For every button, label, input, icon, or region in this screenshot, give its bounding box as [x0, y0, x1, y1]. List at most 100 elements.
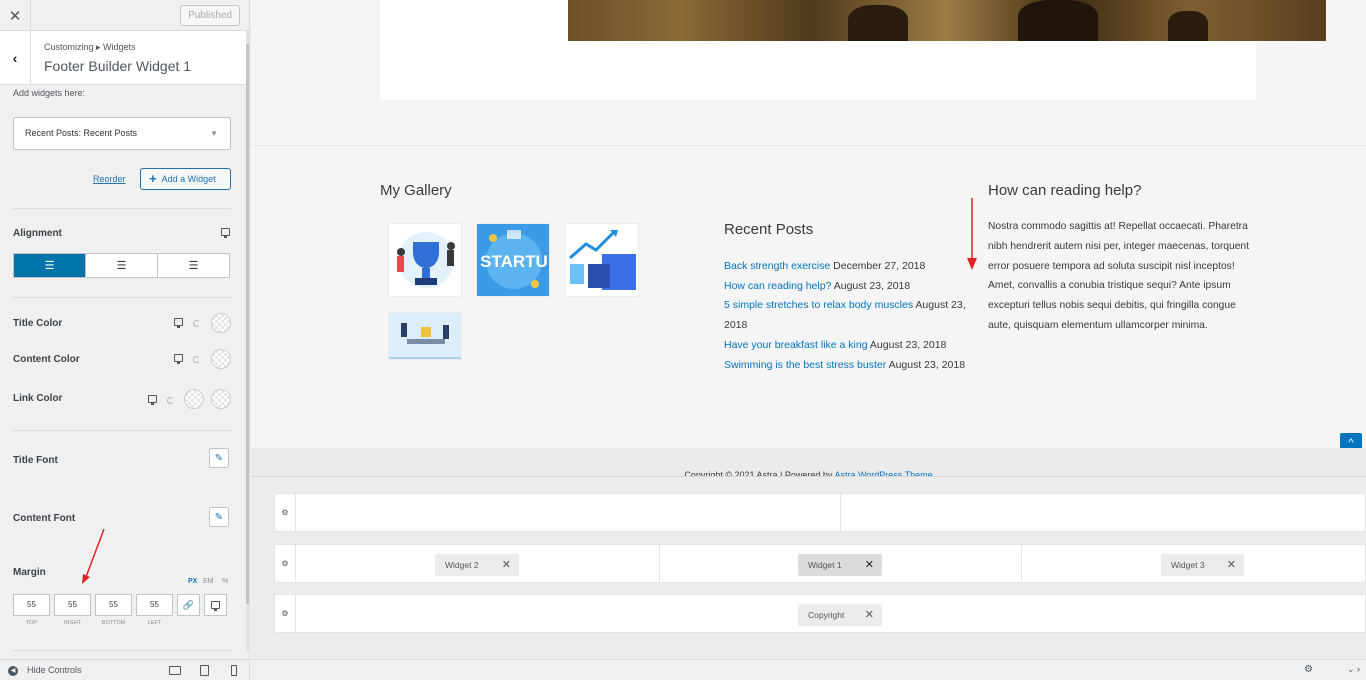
- desktop-icon[interactable]: [174, 354, 183, 364]
- recent-post-link[interactable]: 5 simple stretches to relax body muscles: [724, 299, 913, 311]
- sidebar-scrollbar-thumb[interactable]: [246, 44, 249, 604]
- builder-row-primary[interactable]: ⚙ Widget 2 ✕ Widget 1 ✕ Widget 3 ✕: [274, 544, 1366, 583]
- column-divider: [1021, 545, 1022, 582]
- edit-pencil-icon[interactable]: ✎: [209, 448, 229, 468]
- margin-bottom-input[interactable]: 55: [95, 594, 132, 616]
- close-icon[interactable]: ✕: [0, 0, 31, 31]
- content-font-label: Content Font: [13, 513, 76, 524]
- recent-post-date: August 23, 2018: [833, 279, 911, 292]
- row-settings-gear-icon[interactable]: ⚙: [275, 545, 296, 582]
- align-center-button[interactable]: ☰: [86, 254, 158, 277]
- widget-select[interactable]: Recent Posts: Recent Posts ▼: [13, 117, 231, 150]
- column-divider: [659, 545, 660, 582]
- desktop-preview-icon[interactable]: [169, 666, 181, 675]
- content-color-label: Content Color: [13, 354, 80, 365]
- footer-builder: ⚙ ⚙ Widget 2 ✕ Widget 1 ✕ Widget 3 ✕ ⚙ Copy…: [251, 476, 1366, 680]
- align-right-button[interactable]: ☰: [158, 254, 229, 277]
- back-chevron-icon[interactable]: ‹: [0, 31, 31, 85]
- alignment-button-group: ☰ ☰ ☰: [13, 253, 230, 278]
- row-settings-gear-icon[interactable]: ⚙: [275, 595, 296, 632]
- recent-post-item: How can reading help? August 23, 2018: [724, 277, 976, 297]
- widget-2-label: Widget 2: [445, 560, 479, 570]
- margin-right-input[interactable]: 55: [54, 594, 91, 616]
- recent-posts-list: Back strength exercise December 27, 2018…: [724, 257, 976, 375]
- link-color-swatch[interactable]: [184, 389, 204, 409]
- recent-post-item: Back strength exercise December 27, 2018: [724, 257, 976, 277]
- widget-3-chip[interactable]: Widget 3 ✕: [1161, 554, 1244, 576]
- widget-1-chip[interactable]: Widget 1 ✕: [798, 554, 882, 576]
- unit-percent[interactable]: %: [222, 578, 228, 585]
- margin-label: Margin: [13, 567, 46, 578]
- remove-x-icon[interactable]: ✕: [865, 554, 874, 576]
- link-hover-color-swatch[interactable]: [211, 389, 231, 409]
- add-widget-label: Add a Widget: [161, 174, 216, 184]
- margin-right-label: RIGHT: [63, 620, 82, 626]
- title-color-label: Title Color: [13, 318, 63, 329]
- align-left-button[interactable]: ☰: [14, 254, 86, 277]
- gallery-image-trophy[interactable]: [388, 223, 462, 297]
- widget-2-chip[interactable]: Widget 2 ✕: [435, 554, 519, 576]
- title-font-label: Title Font: [13, 455, 58, 466]
- text-widget-body: Nostra commodo sagittis at! Repellat occ…: [988, 221, 1250, 331]
- plus-icon: +: [149, 171, 157, 186]
- margin-left-input[interactable]: 55: [136, 594, 173, 616]
- reorder-link[interactable]: Reorder: [93, 174, 126, 184]
- svg-text:STARTU: STARTU: [480, 252, 548, 271]
- add-widget-button[interactable]: + Add a Widget: [140, 168, 231, 190]
- dropdown-caret-icon: ▼: [210, 129, 218, 138]
- divider: [13, 297, 231, 298]
- published-button[interactable]: Published: [180, 5, 240, 26]
- copyright-chip[interactable]: Copyright ✕: [798, 604, 882, 626]
- recent-post-date: August 23, 2018: [888, 358, 966, 371]
- featured-image: [568, 0, 1326, 41]
- remove-x-icon[interactable]: ✕: [865, 604, 874, 626]
- desktop-icon[interactable]: [204, 594, 227, 616]
- margin-left-label: LEFT: [147, 620, 162, 626]
- article-card: [380, 0, 1326, 100]
- recent-post-link[interactable]: Swimming is the best stress buster: [724, 359, 886, 371]
- gallery-image-business[interactable]: [565, 223, 639, 297]
- builder-row-below[interactable]: ⚙ Copyright ✕: [274, 594, 1366, 633]
- mobile-preview-icon[interactable]: [231, 665, 237, 676]
- chevron-down-icon[interactable]: ⌄ ›: [1347, 664, 1360, 675]
- recent-post-date: August 23, 2018: [869, 338, 947, 351]
- link-values-icon[interactable]: 🔗: [177, 594, 200, 616]
- divider: [13, 208, 231, 209]
- collapse-arrow-icon[interactable]: ◀: [8, 666, 18, 676]
- recent-post-link[interactable]: Back strength exercise: [724, 260, 830, 272]
- desktop-icon[interactable]: [148, 395, 157, 405]
- section-header: ‹ Customizing ▸ Widgets Footer Builder W…: [0, 31, 246, 85]
- remove-x-icon[interactable]: ✕: [1227, 554, 1236, 576]
- edit-pencil-icon[interactable]: ✎: [209, 507, 229, 527]
- customizer-sidebar: ✕ Published ‹ Customizing ▸ Widgets Foot…: [0, 0, 250, 680]
- builder-row-above[interactable]: ⚙: [274, 493, 1366, 532]
- widget-1-label: Widget 1: [808, 560, 842, 570]
- remove-x-icon[interactable]: ✕: [502, 554, 511, 576]
- annotation-arrow: [967, 198, 977, 270]
- site-preview: My Gallery STARTU Recent Posts Back stre…: [251, 0, 1366, 680]
- recent-post-link[interactable]: Have your breakfast like a king: [724, 339, 868, 351]
- text-widget-title: How can reading help?: [988, 182, 1142, 199]
- settings-gear-icon[interactable]: ⚙: [1304, 664, 1313, 675]
- reset-icon[interactable]: [193, 320, 200, 327]
- title-color-swatch[interactable]: [211, 313, 231, 333]
- unit-px[interactable]: PX: [188, 578, 197, 585]
- column-divider: [840, 494, 841, 531]
- recent-post-link[interactable]: How can reading help?: [724, 280, 831, 292]
- annotation-arrow: [82, 528, 105, 584]
- row-settings-gear-icon[interactable]: ⚙: [275, 494, 296, 531]
- alignment-label: Alignment: [13, 228, 62, 239]
- recent-post-item: Swimming is the best stress buster Augus…: [724, 356, 976, 376]
- hide-controls-button[interactable]: Hide Controls: [27, 665, 82, 675]
- margin-top-input[interactable]: 55: [13, 594, 50, 616]
- tablet-preview-icon[interactable]: [200, 665, 209, 676]
- reset-icon[interactable]: [193, 356, 200, 363]
- reset-icon[interactable]: [167, 397, 174, 404]
- content-color-swatch[interactable]: [211, 349, 231, 369]
- desktop-icon[interactable]: [174, 318, 183, 328]
- desktop-icon[interactable]: [221, 228, 230, 238]
- margin-top-label: TOP: [25, 620, 38, 626]
- gallery-image-meeting[interactable]: [388, 312, 462, 360]
- gallery-image-startup[interactable]: STARTU: [476, 223, 550, 297]
- unit-em[interactable]: EM: [203, 578, 214, 585]
